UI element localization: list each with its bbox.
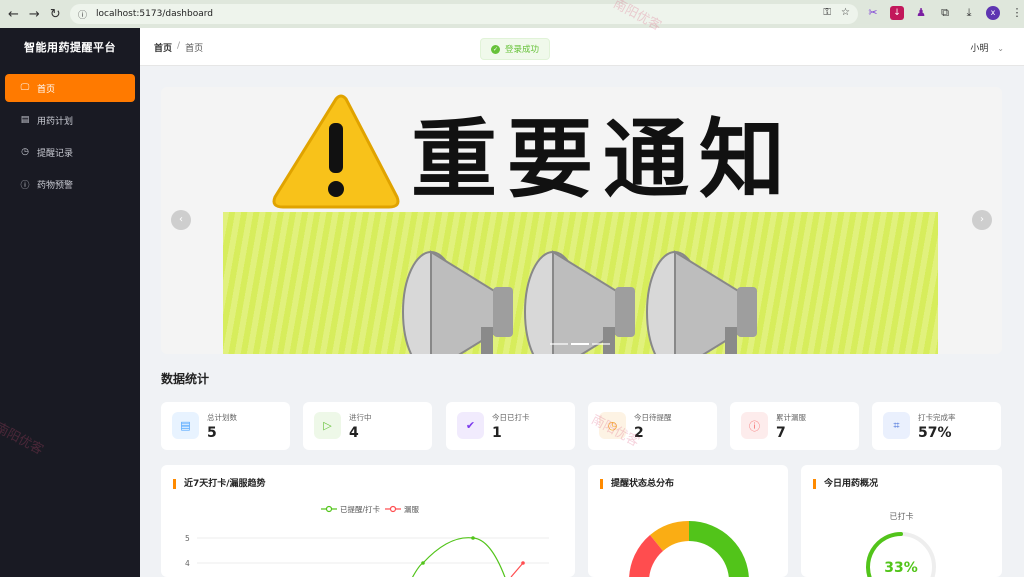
top-header: 首页 / 首页 ✓ 登录成功 小明 ⌄: [140, 28, 1024, 66]
legend-checked-label: 已提醒/打卡: [340, 504, 381, 514]
distribution-donut: [629, 520, 749, 577]
document-icon: ▤: [172, 412, 199, 439]
stats-title: 数据统计: [161, 372, 210, 386]
stat-value: 5: [207, 425, 217, 441]
toast-message: 登录成功: [505, 45, 540, 55]
key-icon[interactable]: ⚿: [823, 7, 831, 18]
monitor-icon: 🖵: [20, 83, 30, 93]
trend-chart: 已提醒/打卡 漏服 5 4: [185, 504, 549, 577]
sidebar-item-home[interactable]: 🖵 首页: [5, 74, 135, 102]
sidebar-item-warning[interactable]: ⓘ 药物预警: [5, 170, 135, 198]
sidebar-item-records[interactable]: ◷ 提醒记录: [5, 138, 135, 166]
reload-icon[interactable]: ↻: [50, 7, 61, 22]
profile-avatar-icon[interactable]: x: [986, 6, 1000, 20]
notice-carousel: 重要通知 ‹ ›: [161, 87, 1002, 354]
stat-value: 7: [776, 425, 786, 441]
browser-toolbar: ← → ↻ ⓘ localhost:5173/dashboard ⚿ ☆ ✂ ↓…: [0, 0, 1024, 28]
bookmark-star-icon[interactable]: ☆: [841, 7, 850, 18]
success-check-icon: ✓: [491, 44, 500, 54]
trend-card: 近7天打卡/漏服趋势 已提醒/打卡 漏服 5 4: [161, 465, 575, 577]
checked-point: [471, 536, 475, 540]
stat-value: 2: [634, 425, 644, 441]
checked-point: [421, 561, 425, 565]
chevron-down-icon: ⌄: [997, 44, 1004, 53]
download-extension-icon[interactable]: ↓: [890, 6, 904, 20]
user-menu[interactable]: 小明 ⌄: [970, 41, 1004, 54]
carousel-indicators: [550, 343, 610, 345]
banner-title: 重要通知: [411, 110, 795, 210]
y-tick-label: 5: [185, 534, 190, 543]
stat-card-checked-today: ✔ 今日已打卡 1: [446, 402, 575, 450]
stat-label: 打卡完成率: [918, 413, 956, 422]
y-tick-label: 4: [185, 559, 190, 568]
site-info-icon[interactable]: ⓘ: [78, 8, 92, 21]
stat-card-in-progress: ▷ 进行中 4: [303, 402, 432, 450]
clock-icon: ◷: [599, 412, 626, 439]
browser-menu-icon[interactable]: ⋮: [1010, 6, 1024, 20]
carousel-prev-button[interactable]: ‹: [171, 210, 191, 230]
extensions-icon[interactable]: ⧉: [938, 6, 952, 20]
sidebar: 智能用药提醒平台 🖵 首页 ▤ 用药计划 ◷ 提醒记录 ⓘ 药物预警: [0, 28, 140, 577]
user-name: 小明: [970, 44, 989, 54]
warning-circle-icon: ⓘ: [20, 180, 30, 191]
breadcrumb-separator: /: [177, 41, 181, 51]
sidebar-item-label: 用药计划: [37, 116, 74, 127]
megaphones-image: [402, 250, 757, 354]
warning-circle-icon: ⓘ: [741, 412, 768, 439]
stat-value: 1: [492, 425, 502, 441]
carousel-next-button[interactable]: ›: [972, 210, 992, 230]
stat-card-pending-today: ◷ 今日待提醒 2: [588, 402, 717, 450]
trend-legend: 已提醒/打卡 漏服: [321, 504, 419, 514]
carousel-indicator[interactable]: [550, 343, 568, 345]
sidebar-item-label: 首页: [37, 84, 56, 95]
notebook-icon: ▤: [20, 115, 30, 125]
today-card: 今日用药概况 已打卡 33%: [801, 465, 1002, 577]
missed-series-line: [510, 562, 524, 577]
chart-board-icon: ⌗: [883, 412, 910, 439]
legend-missed-label: 漏服: [404, 504, 419, 514]
downloads-icon[interactable]: ⤓: [962, 6, 976, 20]
stat-card-completion-rate: ⌗ 打卡完成率 57%: [872, 402, 1001, 450]
stat-label: 今日已打卡: [492, 413, 530, 422]
forward-icon[interactable]: →: [29, 7, 40, 22]
sidebar-item-plan[interactable]: ▤ 用药计划: [5, 106, 135, 134]
stat-value: 57%: [918, 425, 952, 441]
stat-label: 累计漏服: [776, 413, 806, 422]
warning-triangle-icon: [272, 94, 400, 209]
carousel-indicator[interactable]: [592, 343, 610, 345]
clock-icon: ◷: [21, 147, 29, 157]
carousel-indicator[interactable]: [571, 343, 589, 345]
checked-series-line: [411, 537, 506, 577]
sidebar-item-label: 提醒记录: [37, 148, 74, 159]
stat-label: 总计划数: [207, 413, 237, 422]
missed-point: [521, 561, 525, 565]
profile-extension-icon[interactable]: ♟: [914, 6, 928, 20]
address-bar[interactable]: ⓘ localhost:5173/dashboard ⚿ ☆: [70, 4, 858, 24]
back-icon[interactable]: ←: [8, 7, 19, 22]
app-title: 智能用药提醒平台: [24, 41, 116, 54]
donut-segment-green: [689, 521, 749, 577]
stat-card-missed-total: ⓘ 累计漏服 7: [730, 402, 859, 450]
stat-label: 进行中: [349, 413, 372, 422]
stat-label: 今日待提醒: [634, 413, 672, 422]
breadcrumb-current: 首页: [185, 44, 204, 54]
today-progress-ring: 33%: [866, 532, 936, 577]
scissors-extension-icon[interactable]: ✂: [866, 6, 880, 20]
stat-value: 4: [349, 425, 359, 441]
breadcrumb-root[interactable]: 首页: [154, 41, 172, 54]
today-percent: 33%: [884, 560, 918, 576]
play-icon: ▷: [314, 412, 341, 439]
browser-nav: ← → ↻: [0, 7, 70, 22]
stat-card-total-plans: ▤ 总计划数 5: [161, 402, 290, 450]
extensions-bar: ✂ ↓ ♟ ⧉ ⤓ x ⋮: [866, 6, 1024, 20]
address-url: localhost:5173/dashboard: [96, 9, 213, 19]
check-icon: ✔: [457, 412, 484, 439]
distribution-card: 提醒状态总分布: [588, 465, 788, 577]
success-toast: ✓ 登录成功: [480, 38, 551, 60]
breadcrumb: 首页 / 首页: [154, 41, 203, 54]
sidebar-item-label: 药物预警: [37, 180, 74, 191]
